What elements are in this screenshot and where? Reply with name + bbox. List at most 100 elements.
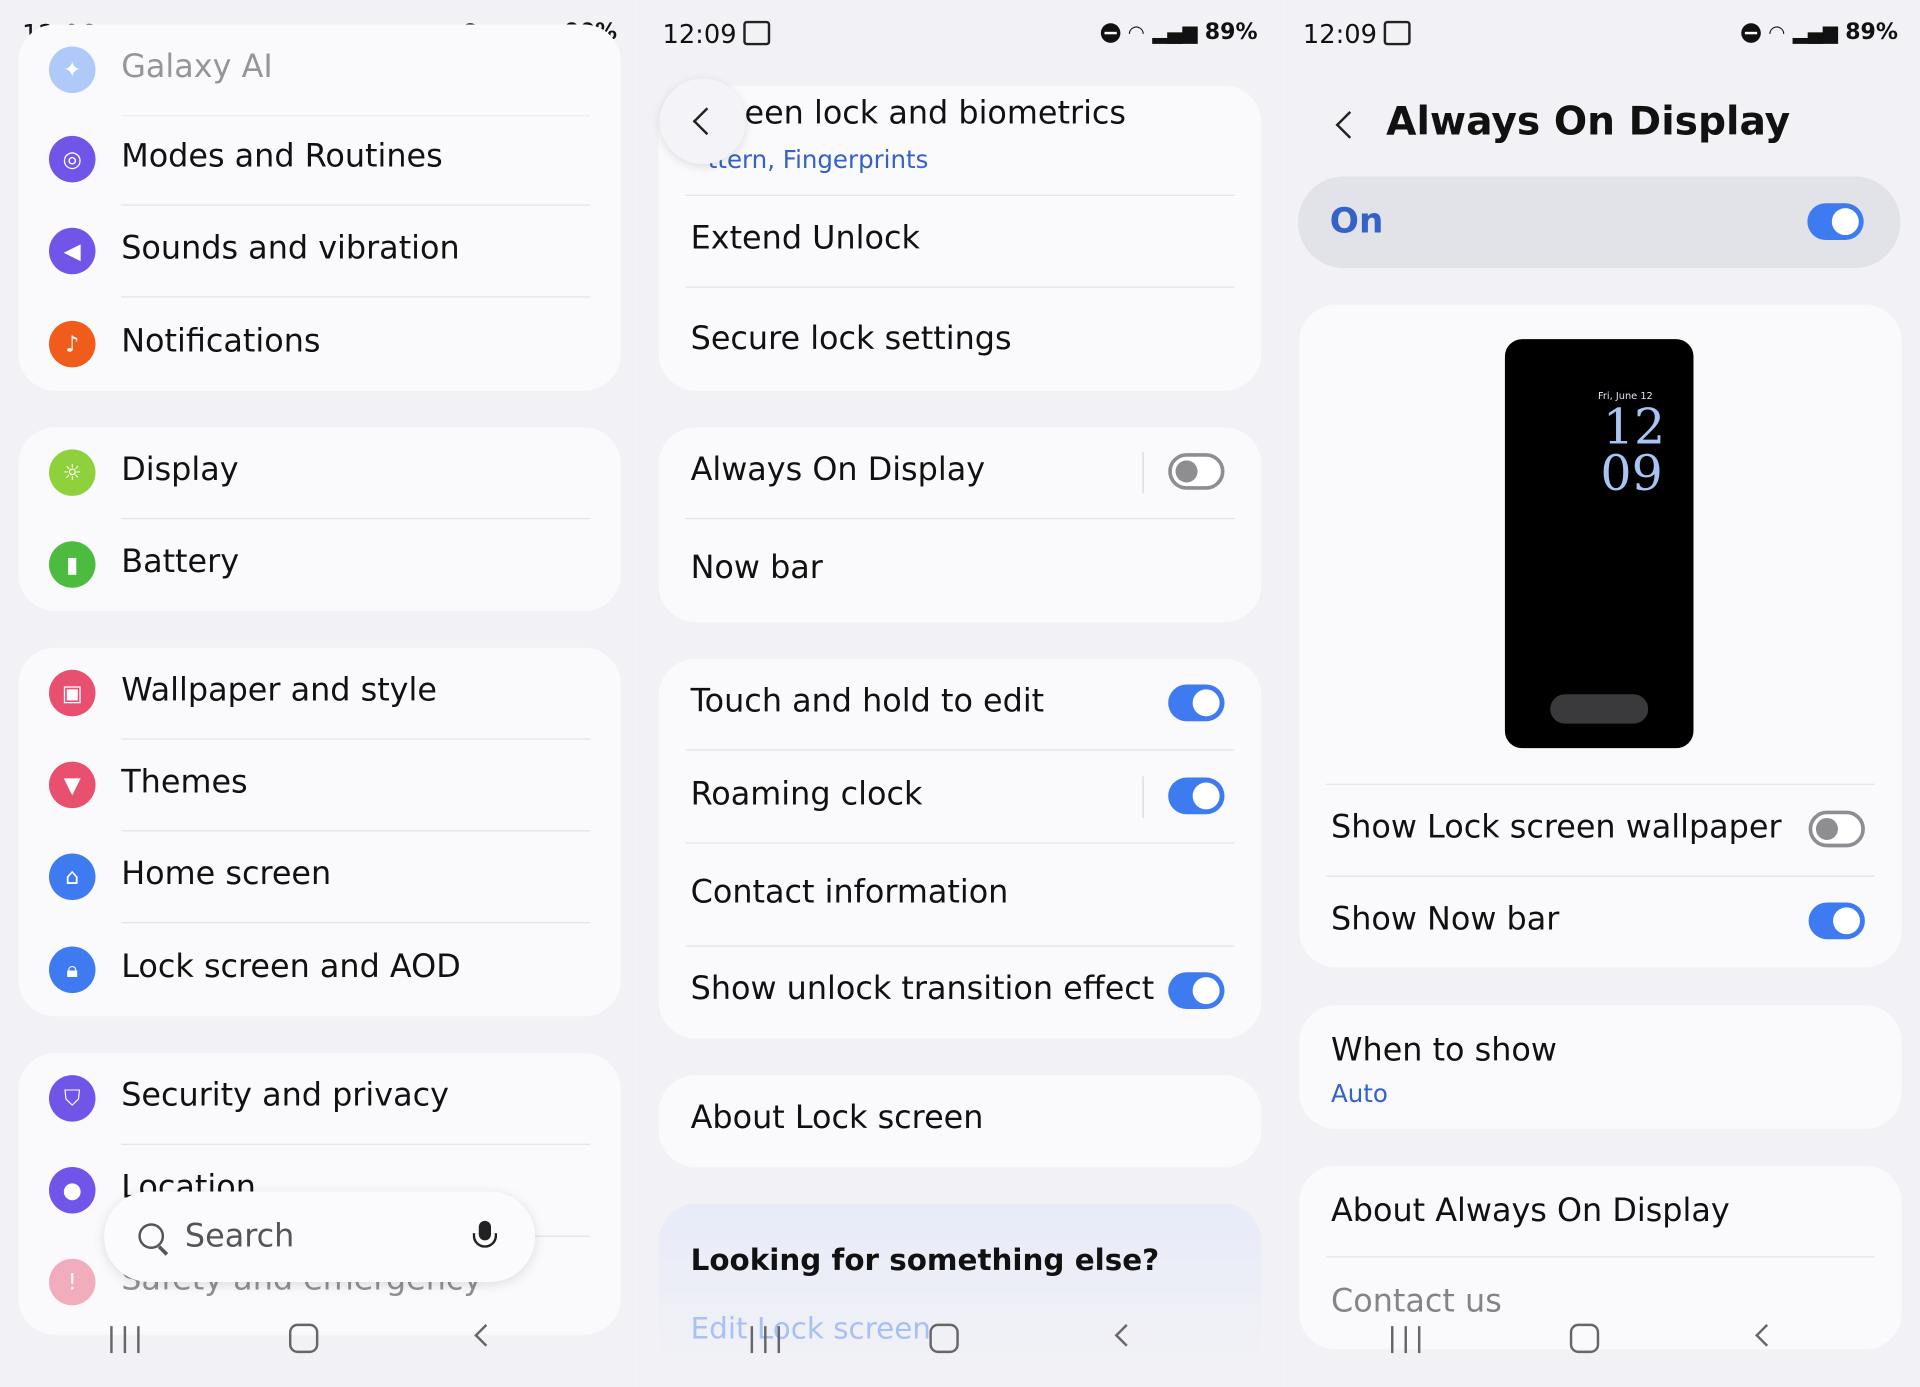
master-switch[interactable]: On (1297, 176, 1901, 269)
settings-item-aod[interactable]: Always On Display (659, 427, 1261, 520)
preview-hour: 12 (1602, 399, 1666, 456)
home-button[interactable] (288, 1323, 319, 1354)
recents-button[interactable] (110, 1326, 140, 1354)
settings-item-home-screen[interactable]: ⌂ Home screen (18, 831, 620, 924)
unlock-transition-toggle[interactable] (1168, 972, 1225, 1009)
item-label: Secure lock settings (690, 320, 1012, 358)
alert-icon: ! (48, 1258, 96, 1306)
aod-panel: 12:09 ◠ ▂▄▆ 89% Always On Display On Fri… (1280, 0, 1920, 1387)
show-now-bar-toggle[interactable] (1808, 902, 1865, 940)
back-nav-button[interactable] (1114, 1324, 1138, 1347)
recents-button[interactable] (750, 1326, 781, 1354)
settings-item-modes-routines[interactable]: ◎ Modes and Routines (18, 114, 620, 206)
back-nav-button[interactable] (474, 1324, 497, 1347)
item-label: Home screen (121, 855, 332, 893)
settings-item-contact-info[interactable]: Contact information (659, 845, 1261, 947)
home-icon: ⌂ (48, 853, 96, 901)
settings-group-3: ▣ Wallpaper and style ▼ Themes ⌂ Home sc… (18, 647, 621, 1017)
settings-group-3: Touch and hold to edit Roaming clock Con… (658, 658, 1262, 1039)
speaker-icon: ◀ (48, 227, 96, 275)
settings-item-lock-screen[interactable]: 🔒︎ Lock screen and AOD (18, 924, 620, 1016)
header: Always On Display (1281, 86, 1920, 159)
settings-group-2: Always On Display Now bar (658, 427, 1262, 623)
wifi-icon: ◠ (1127, 20, 1145, 45)
settings-item-battery[interactable]: ▮ Battery (18, 519, 620, 611)
item-label: Touch and hold to edit (690, 683, 1045, 721)
now-bar-pill (1550, 694, 1649, 724)
shield-icon: ⛉ (48, 1075, 96, 1122)
preview-minute: 09 (1600, 445, 1663, 503)
status-bar: 12:09 ◠ ▂▄▆ 89% (662, 17, 1257, 54)
search-bar[interactable]: Search (104, 1191, 536, 1283)
item-label: Galaxy AI (121, 48, 273, 86)
item-label: Modes and Routines (121, 138, 443, 176)
settings-item-extend-unlock[interactable]: Extend Unlock (659, 196, 1261, 288)
lock-icon: 🔒︎ (48, 946, 96, 994)
lock-screen-panel: 12:09 ◠ ▂▄▆ 89% een lock and biometrics … (640, 0, 1280, 1387)
signal-icon: ▂▄▆ (1152, 20, 1198, 45)
back-button[interactable] (660, 78, 746, 165)
item-subtitle: ttern, Fingerprints (707, 144, 929, 174)
status-icons: ◠ ▂▄▆ 89% (1741, 19, 1898, 46)
aod-master-toggle[interactable] (1807, 203, 1864, 241)
settings-item-wallpaper[interactable]: ▣ Wallpaper and style (18, 648, 620, 740)
settings-item-now-bar[interactable]: Now bar (659, 525, 1261, 617)
settings-item-notifications[interactable]: ♪ Notifications (18, 299, 620, 391)
wifi-icon: ◠ (1768, 20, 1786, 45)
show-wallpaper-toggle[interactable] (1808, 810, 1865, 848)
settings-item-touch-hold[interactable]: Touch and hold to edit (659, 659, 1261, 751)
back-nav-button[interactable] (1755, 1324, 1778, 1347)
item-label: Show Now bar (1331, 901, 1560, 938)
settings-item-roaming-clock[interactable]: Roaming clock (659, 752, 1261, 844)
page-title: Always On Display (1386, 97, 1791, 145)
item-label: About Always On Display (1331, 1192, 1730, 1230)
status-time: 12:09 (1302, 19, 1377, 49)
touch-hold-toggle[interactable] (1168, 684, 1225, 722)
screenshot-icon (1383, 20, 1411, 46)
status-time: 12:09 (662, 19, 737, 49)
brush-icon: ▼ (48, 761, 96, 809)
aod-toggle[interactable] (1168, 453, 1225, 490)
screenshot-icon (743, 20, 771, 46)
battery-icon: ▮ (48, 541, 96, 588)
item-label: About Lock screen (690, 1099, 984, 1137)
signal-icon: ▂▄▆ (1792, 20, 1838, 45)
when-to-show-card[interactable]: When to show Auto (1299, 1005, 1902, 1129)
settings-item-about-aod[interactable]: About Always On Display (1299, 1166, 1901, 1258)
recents-button[interactable] (1391, 1326, 1421, 1354)
settings-item-sounds[interactable]: ◀ Sounds and vibration (18, 206, 620, 298)
item-label: Security and privacy (121, 1077, 449, 1115)
search-icon (138, 1223, 165, 1249)
microphone-icon[interactable] (472, 1220, 498, 1248)
settings-item-show-now-bar[interactable]: Show Now bar (1299, 877, 1901, 968)
home-button[interactable] (929, 1323, 959, 1354)
settings-item-security[interactable]: ⛉ Security and privacy (18, 1053, 620, 1145)
aod-preview-card: Fri, June 12 12 09 Show Lock screen wall… (1299, 304, 1902, 968)
when-to-show-value: Auto (1331, 1078, 1388, 1109)
aod-preview[interactable]: Fri, June 12 12 09 (1504, 339, 1694, 749)
settings-item-galaxy-ai[interactable]: ✦ Galaxy AI (18, 24, 620, 117)
settings-main-panel: 12:06 ◠ ▂▄▆ 90% ✦ Galaxy AI ◎ Modes and … (0, 0, 640, 1387)
item-label: Extend Unlock (690, 220, 920, 258)
settings-item-show-wallpaper[interactable]: Show Lock screen wallpaper (1299, 785, 1901, 877)
check-circle-icon: ◎ (48, 135, 96, 183)
navigation-bar (1281, 1309, 1920, 1387)
home-button[interactable] (1569, 1323, 1600, 1354)
looking-title: Looking for something else? (690, 1242, 1160, 1278)
settings-item-about-lock[interactable]: About Lock screen (659, 1075, 1261, 1167)
back-arrow-icon[interactable] (1335, 111, 1364, 139)
screenshot-stage: 12:06 ◠ ▂▄▆ 90% ✦ Galaxy AI ◎ Modes and … (0, 0, 1920, 1387)
settings-item-display[interactable]: ☼ Display (18, 427, 620, 520)
battery-level: 89% (1204, 19, 1258, 46)
settings-item-themes[interactable]: ▼ Themes (18, 740, 620, 832)
battery-level: 89% (1845, 19, 1898, 46)
pin-icon: ● (48, 1166, 96, 1214)
item-label: Now bar (690, 549, 823, 587)
settings-item-screen-lock[interactable]: een lock and biometrics ttern, Fingerpri… (659, 86, 1261, 196)
roaming-clock-toggle[interactable] (1168, 777, 1225, 815)
settings-group-1: ✦ Galaxy AI ◎ Modes and Routines ◀ Sound… (18, 24, 621, 391)
settings-item-secure-lock[interactable]: Secure lock settings (659, 296, 1261, 388)
item-label: een lock and biometrics (744, 95, 1127, 133)
settings-item-unlock-transition[interactable]: Show unlock transition effect (659, 947, 1261, 1039)
dnd-icon (1100, 22, 1121, 43)
